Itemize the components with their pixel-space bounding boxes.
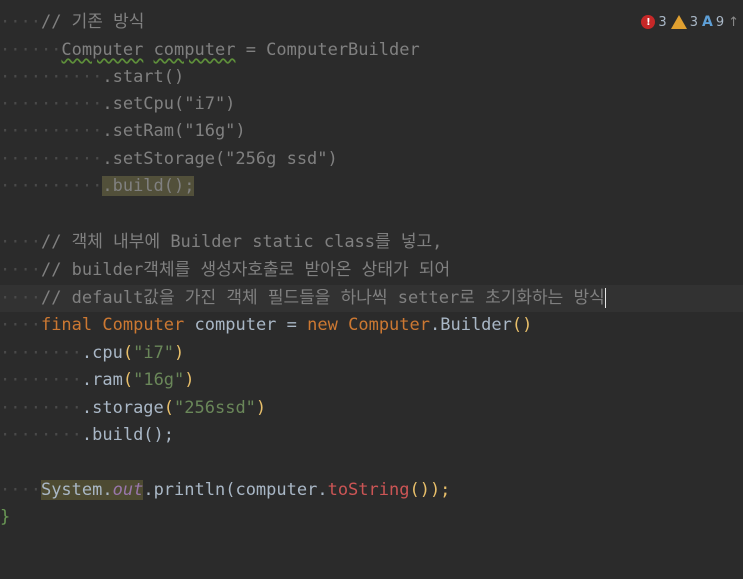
code-call: .setStorage("256g ssd") [102,149,338,169]
code-comment: // 객체 내부에 Builder static class를 넣고, [40,232,443,252]
code-operator: = [235,40,267,60]
code-comment: // default값을 가진 객체 필드들을 하나씩 setter로 초기화하… [40,288,605,308]
code-line[interactable]: ····// builder객체를 생성자호출로 받아온 상태가 되어 [0,257,743,284]
code-line[interactable]: ····// 기존 방식 [0,9,743,36]
code-variable: computer [194,315,277,335]
text-caret [604,288,606,308]
code-paren: () [511,315,533,335]
code-string: "256ssd" [174,398,256,418]
code-line[interactable]: ··········.build(); [0,173,743,200]
code-comment: // 기존 방식 [40,12,145,32]
code-call: .println( [143,480,236,500]
code-line[interactable]: ········.cpu("i7") [0,340,743,367]
code-call-highlighted: .build(); [102,176,195,196]
code-static-field: out [112,480,144,500]
code-line-current[interactable]: ····// default값을 가진 객체 필드들을 하나씩 setter로 … [0,285,743,312]
code-keyword: final [40,315,93,335]
code-variable: computer. [235,480,328,500]
code-line[interactable]: ········.storage("256ssd") [0,395,743,422]
code-paren: ()); [409,480,451,500]
code-call: .setCpu("i7") [102,94,236,114]
code-call: .ram [81,370,123,390]
code-line[interactable]: ····// 객체 내부에 Builder static class를 넣고, [0,229,743,256]
code-keyword: new [307,315,338,335]
code-type: Computer [61,40,144,60]
code-call: .cpu [81,343,123,363]
code-call: .setRam("16g") [102,121,246,141]
code-line[interactable]: ········.ram("16g") [0,367,743,394]
code-line[interactable]: ··········.setRam("16g") [0,118,743,145]
code-line[interactable]: } [0,504,743,531]
code-class: System. [40,480,113,500]
code-editor[interactable]: ! 3 3 A 9 ↑ ····// 기존 방식 ······Computer … [0,0,743,579]
code-line[interactable]: ··········.setCpu("i7") [0,91,743,118]
code-line[interactable]: ··········.start() [0,64,743,91]
code-brace: } [0,507,11,527]
code-call: .storage [81,398,164,418]
code-call: .start() [102,67,185,87]
code-string: "i7" [133,343,175,363]
code-class: Computer [348,315,430,335]
code-method: toString [327,480,410,500]
code-operator: = [276,315,308,335]
code-class: .Builder [430,315,512,335]
code-class: ComputerBuilder [266,40,420,60]
code-line[interactable]: ······Computer computer = ComputerBuilde… [0,37,743,64]
code-line[interactable]: ········.build(); [0,422,743,449]
code-line[interactable]: ····System.out.println(computer.toString… [0,477,743,504]
code-string: "16g" [133,370,185,390]
code-comment: // builder객체를 생성자호출로 받아온 상태가 되어 [40,260,451,280]
code-type: Computer [102,315,185,335]
code-line[interactable]: ··········.setStorage("256g ssd") [0,146,743,173]
code-call: .build(); [81,425,175,445]
code-line[interactable]: ····final Computer computer = new Comput… [0,312,743,339]
code-variable: computer [153,40,236,60]
